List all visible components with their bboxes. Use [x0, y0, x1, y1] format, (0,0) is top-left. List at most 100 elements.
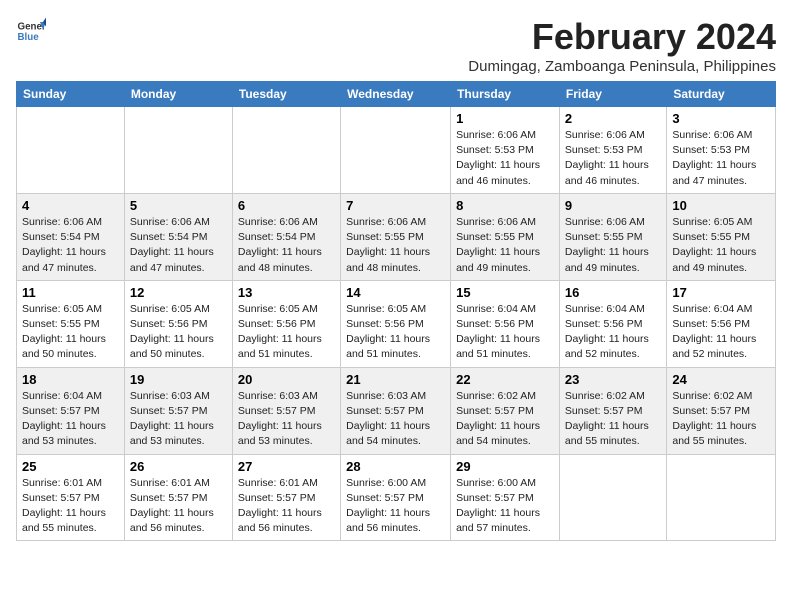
- calendar-day-cell: [341, 107, 451, 194]
- day-detail: Sunrise: 6:02 AMSunset: 5:57 PMDaylight:…: [565, 389, 661, 450]
- day-number: 5: [130, 198, 227, 213]
- calendar-day-cell: 6Sunrise: 6:06 AMSunset: 5:54 PMDaylight…: [232, 193, 340, 280]
- page-subtitle: Dumingag, Zamboanga Peninsula, Philippin…: [468, 58, 776, 75]
- day-detail: Sunrise: 6:06 AMSunset: 5:54 PMDaylight:…: [22, 215, 119, 276]
- day-number: 15: [456, 285, 554, 300]
- calendar-week-row: 18Sunrise: 6:04 AMSunset: 5:57 PMDayligh…: [17, 367, 776, 454]
- calendar-day-cell: 9 Sunrise: 6:06 AMSunset: 5:55 PMDaylight…: [559, 193, 666, 280]
- day-detail: Sunrise: 6:02 AMSunset: 5:57 PMDaylight:…: [672, 389, 770, 450]
- calendar-day-cell: [232, 107, 340, 194]
- day-detail: Sunrise: 6:04 AMSunset: 5:57 PMDaylight:…: [22, 389, 119, 450]
- calendar-day-cell: [559, 454, 666, 541]
- day-number: 8: [456, 198, 554, 213]
- column-header-monday: Monday: [124, 82, 232, 107]
- day-detail: Sunrise: 6:06 AMSunset: 5:53 PMDaylight:…: [456, 128, 554, 189]
- column-header-thursday: Thursday: [451, 82, 560, 107]
- day-number: 28: [346, 459, 445, 474]
- calendar-day-cell: 4 Sunrise: 6:06 AMSunset: 5:54 PMDaylight…: [17, 193, 125, 280]
- column-header-sunday: Sunday: [17, 82, 125, 107]
- day-number: 9: [565, 198, 661, 213]
- day-number: 2: [565, 111, 661, 126]
- day-detail: Sunrise: 6:03 AMSunset: 5:57 PMDaylight:…: [346, 389, 445, 450]
- day-number: 23: [565, 372, 661, 387]
- calendar-day-cell: 21 Sunrise: 6:03 AMSunset: 5:57 PMDayligh…: [341, 367, 451, 454]
- calendar-day-cell: 12 Sunrise: 6:05 AMSunset: 5:56 PMDayligh…: [124, 280, 232, 367]
- calendar-day-cell: 23 Sunrise: 6:02 AMSunset: 5:57 PMDayligh…: [559, 367, 666, 454]
- day-detail: Sunrise: 6:06 AMSunset: 5:55 PMDaylight:…: [346, 215, 445, 276]
- day-detail: Sunrise: 6:01 AMSunset: 5:57 PMDaylight:…: [238, 476, 335, 537]
- calendar-header-row: SundayMondayTuesdayWednesdayThursdayFrid…: [17, 82, 776, 107]
- day-number: 21: [346, 372, 445, 387]
- day-number: 16: [565, 285, 661, 300]
- day-detail: Sunrise: 6:06 AMSunset: 5:53 PMDaylight:…: [565, 128, 661, 189]
- calendar-day-cell: 11Sunrise: 6:05 AMSunset: 5:55 PMDayligh…: [17, 280, 125, 367]
- calendar-day-cell: [124, 107, 232, 194]
- title-area: February 2024 Dumingag, Zamboanga Penins…: [468, 16, 776, 75]
- calendar-day-cell: 26 Sunrise: 6:01 AMSunset: 5:57 PMDayligh…: [124, 454, 232, 541]
- day-number: 10: [672, 198, 770, 213]
- day-number: 27: [238, 459, 335, 474]
- calendar-day-cell: 8 Sunrise: 6:06 AMSunset: 5:55 PMDaylight…: [451, 193, 560, 280]
- calendar-day-cell: 29Sunrise: 6:00 AMSunset: 5:57 PMDayligh…: [451, 454, 560, 541]
- page-title: February 2024: [468, 16, 776, 58]
- day-number: 26: [130, 459, 227, 474]
- day-detail: Sunrise: 6:03 AMSunset: 5:57 PMDaylight:…: [238, 389, 335, 450]
- column-header-friday: Friday: [559, 82, 666, 107]
- day-number: 17: [672, 285, 770, 300]
- day-number: 22: [456, 372, 554, 387]
- day-number: 14: [346, 285, 445, 300]
- column-header-wednesday: Wednesday: [341, 82, 451, 107]
- calendar-day-cell: 19Sunrise: 6:03 AMSunset: 5:57 PMDayligh…: [124, 367, 232, 454]
- day-number: 20: [238, 372, 335, 387]
- day-detail: Sunrise: 6:06 AMSunset: 5:55 PMDaylight:…: [456, 215, 554, 276]
- calendar-day-cell: [667, 454, 776, 541]
- calendar-day-cell: 5 Sunrise: 6:06 AMSunset: 5:54 PMDaylight…: [124, 193, 232, 280]
- day-detail: Sunrise: 6:02 AMSunset: 5:57 PMDaylight:…: [456, 389, 554, 450]
- day-detail: Sunrise: 6:05 AMSunset: 5:55 PMDaylight:…: [22, 302, 119, 363]
- day-number: 1: [456, 111, 554, 126]
- page-header: General Blue February 2024 Dumingag, Zam…: [16, 16, 776, 75]
- day-detail: Sunrise: 6:06 AMSunset: 5:54 PMDaylight:…: [238, 215, 335, 276]
- day-number: 7: [346, 198, 445, 213]
- day-detail: Sunrise: 6:01 AMSunset: 5:57 PMDaylight:…: [130, 476, 227, 537]
- day-number: 19: [130, 372, 227, 387]
- calendar-week-row: 4 Sunrise: 6:06 AMSunset: 5:54 PMDaylight…: [17, 193, 776, 280]
- day-detail: Sunrise: 6:06 AMSunset: 5:55 PMDaylight:…: [565, 215, 661, 276]
- day-detail: Sunrise: 6:04 AMSunset: 5:56 PMDaylight:…: [565, 302, 661, 363]
- calendar-day-cell: 13 Sunrise: 6:05 AMSunset: 5:56 PMDayligh…: [232, 280, 340, 367]
- day-detail: Sunrise: 6:05 AMSunset: 5:55 PMDaylight:…: [672, 215, 770, 276]
- logo-icon: General Blue: [16, 16, 46, 46]
- calendar-day-cell: 7 Sunrise: 6:06 AMSunset: 5:55 PMDaylight…: [341, 193, 451, 280]
- day-detail: Sunrise: 6:05 AMSunset: 5:56 PMDaylight:…: [130, 302, 227, 363]
- calendar-day-cell: 3 Sunrise: 6:06 AMSunset: 5:53 PMDaylight…: [667, 107, 776, 194]
- calendar-table: SundayMondayTuesdayWednesdayThursdayFrid…: [16, 81, 776, 541]
- calendar-day-cell: 27 Sunrise: 6:01 AMSunset: 5:57 PMDayligh…: [232, 454, 340, 541]
- day-number: 4: [22, 198, 119, 213]
- day-number: 24: [672, 372, 770, 387]
- calendar-day-cell: 2 Sunrise: 6:06 AMSunset: 5:53 PMDaylight…: [559, 107, 666, 194]
- day-number: 13: [238, 285, 335, 300]
- day-detail: Sunrise: 6:01 AMSunset: 5:57 PMDaylight:…: [22, 476, 119, 537]
- logo: General Blue: [16, 16, 46, 46]
- column-header-saturday: Saturday: [667, 82, 776, 107]
- day-detail: Sunrise: 6:04 AMSunset: 5:56 PMDaylight:…: [456, 302, 554, 363]
- day-detail: Sunrise: 6:05 AMSunset: 5:56 PMDaylight:…: [238, 302, 335, 363]
- calendar-day-cell: [17, 107, 125, 194]
- calendar-day-cell: 14 Sunrise: 6:05 AMSunset: 5:56 PMDayligh…: [341, 280, 451, 367]
- day-detail: Sunrise: 6:05 AMSunset: 5:56 PMDaylight:…: [346, 302, 445, 363]
- calendar-day-cell: 10 Sunrise: 6:05 AMSunset: 5:55 PMDayligh…: [667, 193, 776, 280]
- day-detail: Sunrise: 6:00 AMSunset: 5:57 PMDaylight:…: [456, 476, 554, 537]
- column-header-tuesday: Tuesday: [232, 82, 340, 107]
- calendar-day-cell: 15 Sunrise: 6:04 AMSunset: 5:56 PMDayligh…: [451, 280, 560, 367]
- svg-text:Blue: Blue: [18, 32, 40, 43]
- calendar-day-cell: 24 Sunrise: 6:02 AMSunset: 5:57 PMDayligh…: [667, 367, 776, 454]
- day-number: 3: [672, 111, 770, 126]
- day-number: 25: [22, 459, 119, 474]
- day-detail: Sunrise: 6:04 AMSunset: 5:56 PMDaylight:…: [672, 302, 770, 363]
- day-detail: Sunrise: 6:06 AMSunset: 5:53 PMDaylight:…: [672, 128, 770, 189]
- day-number: 12: [130, 285, 227, 300]
- calendar-day-cell: 25 Sunrise: 6:01 AMSunset: 5:57 PMDayligh…: [17, 454, 125, 541]
- calendar-day-cell: 1 Sunrise: 6:06 AMSunset: 5:53 PMDaylight…: [451, 107, 560, 194]
- day-detail: Sunrise: 6:06 AMSunset: 5:54 PMDaylight:…: [130, 215, 227, 276]
- calendar-day-cell: 20 Sunrise: 6:03 AMSunset: 5:57 PMDayligh…: [232, 367, 340, 454]
